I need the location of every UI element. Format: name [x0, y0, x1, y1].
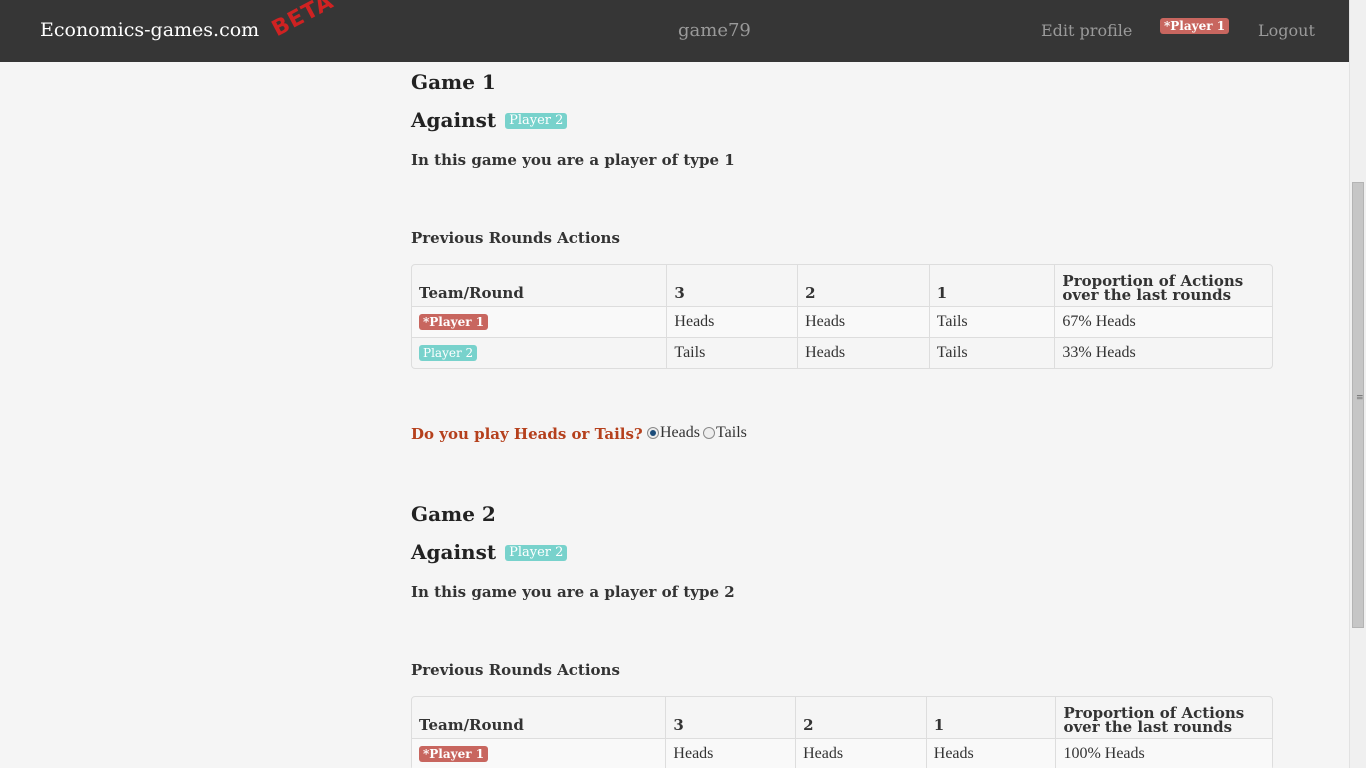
header-team-round: Team/Round — [419, 284, 524, 302]
vertical-scrollbar[interactable]: ≡ — [1349, 0, 1366, 768]
team-cell: *Player 1 — [412, 738, 666, 768]
header-proportion: Proportion of Actions over the last roun… — [1055, 697, 1272, 738]
game-2-type-text: In this game you are a player of type 2 — [411, 583, 735, 601]
header-proportion: Proportion of Actions over the last roun… — [1054, 265, 1272, 306]
opponent-badge: Player 2 — [505, 545, 568, 561]
game-id-link[interactable]: game79 — [678, 20, 751, 41]
game-1-type-text: In this game you are a player of type 1 — [411, 151, 735, 169]
top-navbar: Economics-games.com BETA game79 Edit pro… — [0, 0, 1349, 62]
player-badge: *Player 1 — [419, 746, 489, 762]
heads-radio[interactable] — [647, 427, 659, 439]
game-1-title: Game 1 — [411, 70, 496, 94]
against-label: Against — [411, 108, 497, 132]
game-1-prev-rounds-title: Previous Rounds Actions — [411, 229, 620, 247]
team-cell: Player 2 — [412, 337, 667, 368]
round-1-cell: Tails — [928, 306, 1055, 337]
header-round-2: 2 — [797, 265, 929, 306]
tails-radio[interactable] — [702, 427, 715, 439]
round-2-cell: Heads — [797, 337, 929, 368]
proportion-cell: 67% Heads — [1054, 306, 1272, 337]
game-1-actions-table: Team/Round 3 2 1 Proportion of Actions o… — [411, 264, 1273, 369]
game-2-title: Game 2 — [411, 502, 496, 526]
table-row: Player 2 Tails Heads Tails 33% Heads — [412, 337, 1272, 368]
game-2-actions-table: Team/Round 3 2 1 Proportion of Actions o… — [411, 696, 1273, 768]
round-2-cell: Heads — [795, 738, 926, 768]
round-3-cell: Heads — [666, 306, 798, 337]
table-header-row: Team/Round 3 2 1 Proportion of Actions o… — [412, 265, 1272, 306]
header-round-1: 1 — [925, 697, 1056, 738]
game-2-prev-rounds-title: Previous Rounds Actions — [411, 661, 620, 679]
scrollbar-thumb[interactable]: ≡ — [1352, 182, 1364, 628]
header-round-2: 2 — [795, 697, 926, 738]
proportion-cell: 100% Heads — [1055, 738, 1272, 768]
current-player-badge[interactable]: *Player 1 — [1160, 18, 1230, 34]
table-header-row: Team/Round 3 2 1 Proportion of Actions o… — [412, 697, 1272, 738]
player-badge: Player 2 — [419, 345, 478, 361]
table-row: *Player 1 Heads Heads Tails 67% Heads — [412, 306, 1272, 337]
round-3-cell: Tails — [666, 337, 798, 368]
edit-profile-link[interactable]: Edit profile — [1041, 21, 1132, 40]
player-badge: *Player 1 — [419, 314, 489, 330]
header-round-1: 1 — [928, 265, 1055, 306]
game-1-against: Against Player 2 — [411, 108, 568, 132]
header-team-round: Team/Round — [419, 716, 524, 734]
heads-or-tails-question: Do you play Heads or Tails? — [411, 425, 643, 443]
logout-link[interactable]: Logout — [1258, 21, 1315, 40]
round-1-cell: Tails — [928, 337, 1055, 368]
team-cell: *Player 1 — [412, 306, 667, 337]
header-round-3: 3 — [666, 265, 797, 306]
proportion-cell: 33% Heads — [1054, 337, 1272, 368]
brand-link[interactable]: Economics-games.com — [40, 19, 259, 41]
against-label: Against — [411, 540, 497, 564]
opponent-badge: Player 2 — [505, 113, 568, 129]
game-2-against: Against Player 2 — [411, 540, 568, 564]
grip-icon: ≡ — [1356, 393, 1364, 403]
heads-radio-label[interactable]: Heads — [660, 424, 700, 441]
header-round-3: 3 — [665, 697, 795, 738]
table-row: *Player 1 Heads Heads Heads 100% Heads — [412, 738, 1272, 768]
tails-radio-label[interactable]: Tails — [716, 424, 747, 441]
round-2-cell: Heads — [797, 306, 929, 337]
beta-stamp: BETA — [268, 0, 339, 43]
heads-tails-radio-group: Heads Tails — [647, 424, 747, 442]
round-1-cell: Heads — [925, 738, 1056, 768]
round-3-cell: Heads — [665, 738, 796, 768]
